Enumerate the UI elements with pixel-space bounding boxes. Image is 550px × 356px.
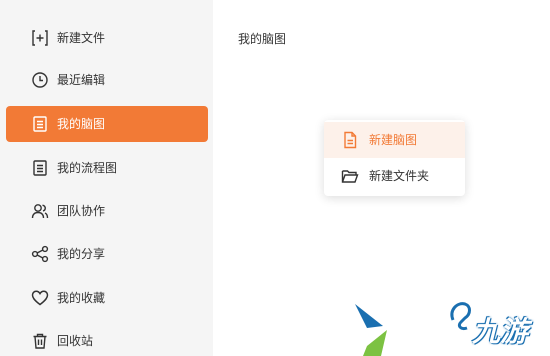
watermark-text: 九游: [472, 315, 529, 348]
context-menu: 新建脑图 新建文件夹: [324, 120, 465, 196]
folder-icon: [341, 167, 359, 185]
document-list-icon: [31, 115, 49, 133]
sidebar-item-label: 最近编辑: [57, 73, 106, 87]
menu-item-label: 新建脑图: [369, 133, 418, 147]
clock-icon: [31, 71, 49, 89]
menu-item-label: 新建文件夹: [369, 169, 430, 183]
sidebar-item-label: 团队协作: [57, 204, 106, 218]
new-file-icon: [31, 29, 49, 47]
heart-icon: [31, 289, 49, 307]
sidebar-item-my-mindmaps[interactable]: 我的脑图: [6, 106, 208, 142]
sidebar-item-label: 我的脑图: [57, 117, 106, 131]
new-folder-menu-item[interactable]: 新建文件夹: [324, 158, 465, 194]
share-icon: [31, 245, 49, 263]
sidebar-item-my-flowcharts[interactable]: 我的流程图: [6, 150, 208, 186]
sidebar-item-trash[interactable]: 回收站: [6, 323, 208, 356]
sidebar-item-favorites[interactable]: 我的收藏: [6, 280, 208, 316]
sidebar-item-label: 新建文件: [57, 31, 106, 45]
new-mindmap-menu-item[interactable]: 新建脑图: [324, 122, 465, 158]
sidebar-item-new-file[interactable]: 新建文件: [6, 20, 208, 56]
team-icon: [31, 202, 49, 220]
sidebar-item-label: 我的分享: [57, 247, 106, 261]
sidebar: 新建文件 最近编辑 我的脑图 我的流程图 团队协作 我的分享 我的收藏 回收站: [0, 0, 213, 356]
trash-icon: [31, 332, 49, 350]
sidebar-item-team[interactable]: 团队协作: [6, 193, 208, 229]
document-list-icon: [31, 159, 49, 177]
sidebar-item-my-shares[interactable]: 我的分享: [6, 236, 208, 272]
page-title: 我的脑图: [238, 32, 287, 46]
sidebar-item-label: 我的收藏: [57, 291, 106, 305]
sidebar-item-label: 我的流程图: [57, 161, 118, 175]
new-document-icon: [341, 131, 359, 149]
sidebar-item-recent[interactable]: 最近编辑: [6, 62, 208, 98]
sidebar-item-label: 回收站: [57, 334, 94, 348]
